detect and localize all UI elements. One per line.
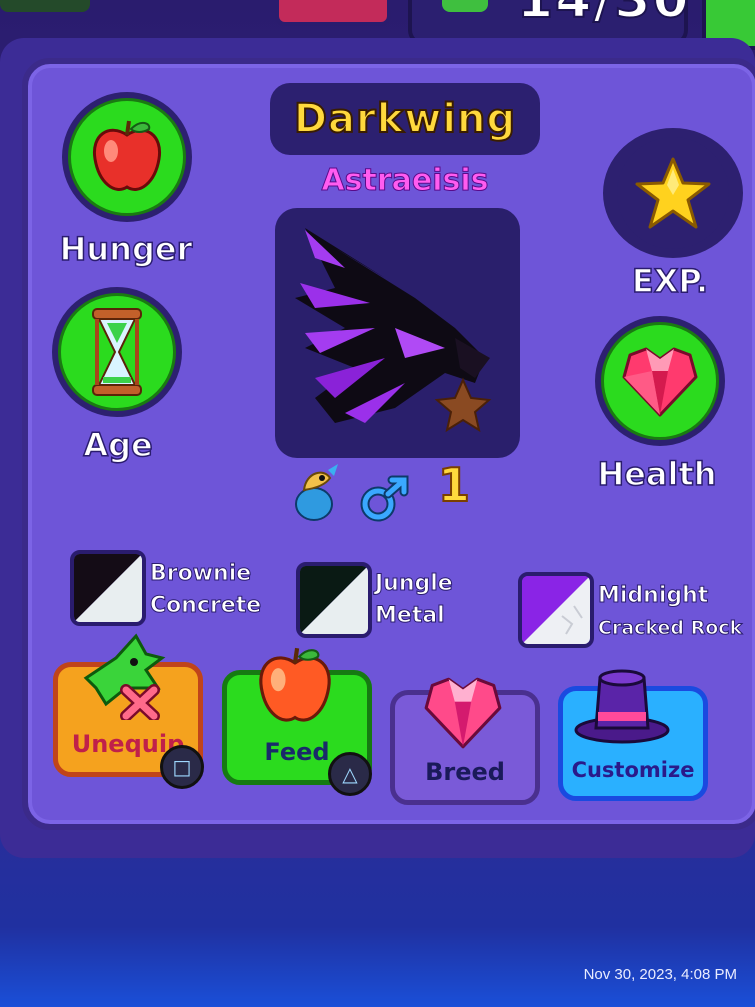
health-label: Health (597, 454, 718, 494)
male-icon (360, 475, 409, 522)
exp-label: EXP. (631, 261, 709, 301)
dragon-head-icon (83, 633, 166, 720)
top-red-button[interactable] (275, 0, 391, 26)
photo-timestamp: Nov 30, 2023, 4:08 PM (583, 966, 737, 983)
age-fill (58, 293, 176, 411)
trait-3-text: Midnight Cracked Rock (597, 580, 743, 644)
star-icon (635, 157, 711, 229)
hunger-fill (68, 98, 186, 216)
pet-portrait (275, 208, 520, 458)
trait-2-line1: Jungle (375, 571, 454, 597)
trait-2-line2: Metal (375, 603, 446, 629)
dragon-pet-image (295, 228, 492, 433)
feed-label: Feed (264, 738, 330, 766)
top-hat-icon (574, 669, 670, 744)
trait-3-line2: Cracked Rock (597, 617, 743, 640)
trait-swatch-graphic (522, 576, 590, 644)
trait-1-text: Brownie Concrete (149, 558, 262, 622)
heart-gem-icon (622, 347, 698, 417)
breed-label: Breed (425, 758, 505, 786)
trait-1-line1: Brownie (149, 561, 252, 587)
dragon-icon (442, 0, 488, 12)
pet-level: 1 (437, 457, 471, 513)
dragon-egg-icon (295, 464, 338, 521)
trait-swatch-graphic (300, 566, 368, 634)
capacity-text: 14/30 (516, 0, 691, 31)
trait-2-text: Jungle Metal (375, 568, 454, 632)
pet-name: Darkwing (293, 95, 517, 143)
apple-icon (259, 647, 331, 722)
hunger-label: Hunger (59, 229, 193, 269)
heart-gem-icon (424, 677, 502, 749)
trait-swatch-2[interactable] (296, 562, 372, 638)
hourglass-icon (92, 308, 142, 396)
trait-swatch-3[interactable] (518, 572, 594, 648)
age-label: Age (83, 425, 154, 465)
age-meter[interactable] (52, 287, 182, 417)
square-button-hint-icon: □ (160, 745, 204, 789)
bronze-star-icon (434, 377, 492, 433)
pet-info-row: 1 (288, 457, 508, 532)
trait-3-line1: Midnight (597, 583, 709, 609)
customize-label: Customize (571, 758, 695, 782)
trait-1-line2: Concrete (149, 593, 262, 619)
top-left-button[interactable] (0, 0, 90, 12)
pet-species: Astraeisis (321, 163, 489, 199)
hunger-meter[interactable] (62, 92, 192, 222)
exp-fill (617, 137, 729, 249)
apple-icon (92, 120, 162, 191)
health-meter[interactable] (595, 316, 725, 446)
health-fill (601, 322, 719, 440)
exp-meter[interactable] (603, 128, 743, 258)
trait-swatch-graphic (74, 554, 142, 622)
pet-name-plate: Darkwing (270, 83, 540, 155)
trait-swatch-1[interactable] (70, 550, 146, 626)
triangle-button-hint-icon: △ (328, 752, 372, 796)
